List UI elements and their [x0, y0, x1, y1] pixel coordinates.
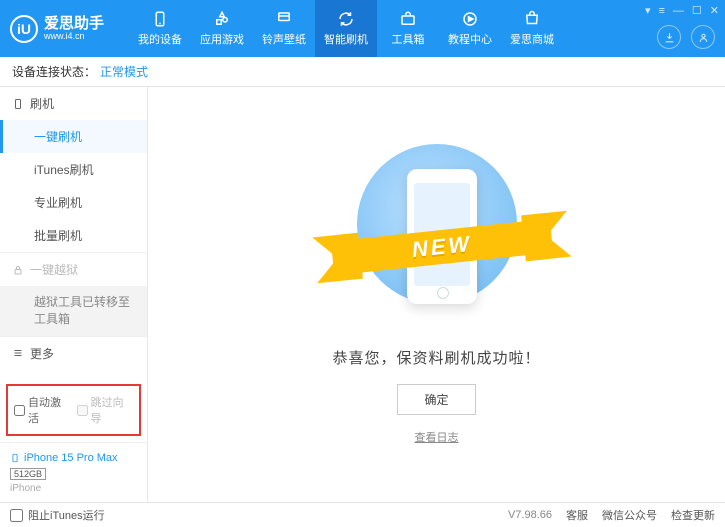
- device-capacity: 512GB: [10, 468, 46, 480]
- user-button[interactable]: [691, 25, 715, 49]
- nav-toolbox[interactable]: 工具箱: [377, 0, 439, 57]
- sidebar-item-pro-flash[interactable]: 专业刷机: [0, 186, 147, 219]
- maximize-icon[interactable]: ☐: [692, 4, 702, 17]
- settings-icon[interactable]: ≡: [658, 5, 664, 17]
- success-message: 恭喜您，保资料刷机成功啦！: [332, 347, 540, 368]
- phone-icon: [12, 98, 24, 110]
- nav-tutorial[interactable]: 教程中心: [439, 0, 501, 57]
- status-value: 正常模式: [100, 63, 148, 80]
- apps-icon: [213, 10, 231, 28]
- top-nav: 我的设备 应用游戏 铃声壁纸 智能刷机 工具箱 教程中心 爱思商城: [129, 0, 563, 57]
- cart-icon: [523, 10, 541, 28]
- menu-icon[interactable]: ▾: [645, 4, 651, 17]
- status-bar: 设备连接状态： 正常模式: [0, 57, 725, 87]
- nav-flash[interactable]: 智能刷机: [315, 0, 377, 57]
- sidebar-item-onekey-flash[interactable]: 一键刷机: [0, 120, 147, 153]
- sidebar-item-batch-flash[interactable]: 批量刷机: [0, 219, 147, 252]
- sidebar: 刷机 一键刷机 iTunes刷机 专业刷机 批量刷机 一键越狱 越狱工具已转移至…: [0, 87, 148, 502]
- phone-icon: [151, 10, 169, 28]
- toolbox-icon: [399, 10, 417, 28]
- window-controls: ▾ ≡ — ☐ ✕: [645, 4, 719, 17]
- checkbox-skip-guide[interactable]: 跳过向导: [77, 394, 134, 426]
- ok-button[interactable]: 确定: [397, 384, 475, 415]
- logo-icon: iU: [10, 15, 38, 43]
- lock-icon: [12, 264, 24, 276]
- device-name[interactable]: iPhone 15 Pro Max: [10, 451, 137, 465]
- device-model: iPhone: [10, 483, 137, 494]
- device-info: iPhone 15 Pro Max 512GB iPhone: [0, 442, 147, 502]
- sidebar-section-more[interactable]: 更多: [0, 337, 147, 370]
- status-label: 设备连接状态：: [12, 63, 96, 80]
- view-log-link[interactable]: 查看日志: [415, 429, 459, 445]
- options-highlighted: 自动激活 跳过向导: [6, 384, 141, 436]
- download-button[interactable]: [657, 25, 681, 49]
- nav-ringtone[interactable]: 铃声壁纸: [253, 0, 315, 57]
- more-icon: [12, 347, 24, 359]
- close-icon[interactable]: ✕: [710, 4, 719, 17]
- book-icon: [461, 10, 479, 28]
- header-actions: [657, 25, 715, 49]
- checkbox-block-itunes[interactable]: 阻止iTunes运行: [10, 507, 105, 523]
- nav-store[interactable]: 爱思商城: [501, 0, 563, 57]
- main-content: NEW 恭喜您，保资料刷机成功啦！ 确定 查看日志: [148, 87, 725, 502]
- success-illustration: NEW: [337, 144, 537, 329]
- minimize-icon[interactable]: —: [673, 5, 684, 17]
- sidebar-item-itunes-flash[interactable]: iTunes刷机: [0, 153, 147, 186]
- checkbox-auto-activate[interactable]: 自动激活: [14, 394, 71, 426]
- sidebar-item-other-tools[interactable]: 其他工具: [0, 370, 147, 378]
- device-icon: [10, 451, 20, 465]
- brand-logo: iU 爱思助手 www.i4.cn: [10, 15, 104, 43]
- sidebar-section-jailbreak: 一键越狱: [0, 253, 147, 286]
- brand-site: www.i4.cn: [44, 31, 104, 42]
- nav-my-device[interactable]: 我的设备: [129, 0, 191, 57]
- sidebar-item-jailbreak-note[interactable]: 越狱工具已转移至工具箱: [0, 286, 147, 336]
- app-header: iU 爱思助手 www.i4.cn 我的设备 应用游戏 铃声壁纸 智能刷机 工具…: [0, 0, 725, 57]
- footer-link-support[interactable]: 客服: [566, 507, 588, 523]
- footer-link-update[interactable]: 检查更新: [671, 507, 715, 523]
- sidebar-section-flash[interactable]: 刷机: [0, 87, 147, 120]
- footer-link-wechat[interactable]: 微信公众号: [602, 507, 657, 523]
- nav-apps[interactable]: 应用游戏: [191, 0, 253, 57]
- footer: 阻止iTunes运行 V7.98.66 客服 微信公众号 检查更新: [0, 502, 725, 527]
- music-icon: [275, 10, 293, 28]
- refresh-icon: [337, 10, 355, 28]
- version-text: V7.98.66: [508, 509, 552, 521]
- brand-name: 爱思助手: [44, 16, 104, 31]
